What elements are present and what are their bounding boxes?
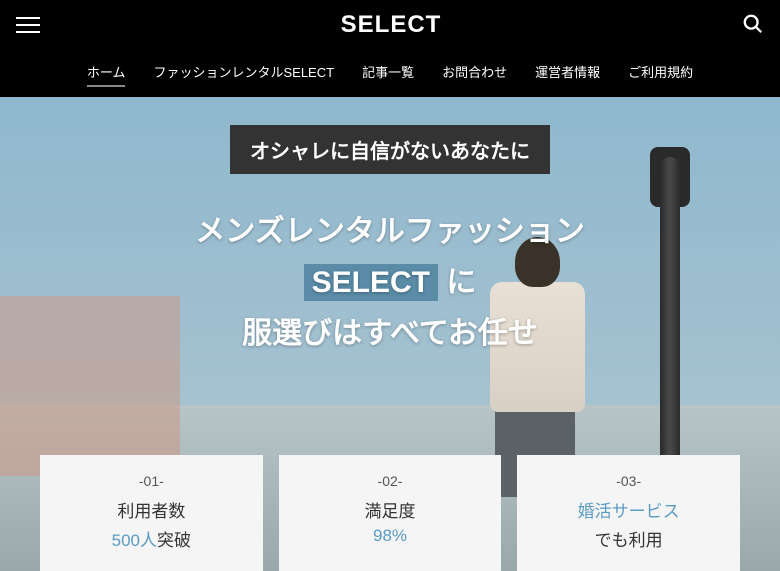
nav-fashion-rental[interactable]: ファッションレンタルSELECT [153, 62, 334, 83]
nav-terms[interactable]: ご利用規約 [628, 62, 693, 83]
card-value: 98% [291, 526, 490, 546]
headline-line3: 服選びはすべてお任せ [0, 308, 780, 359]
stat-card-users: -01- 利用者数 500人突破 [40, 455, 263, 571]
card-number: -02- [291, 473, 490, 489]
headline-line2: SELECT に [0, 257, 780, 308]
hero-content: オシャレに自信がないあなたに メンズレンタルファッション SELECT に 服選… [0, 97, 780, 359]
search-icon [742, 13, 764, 35]
hamburger-icon [16, 17, 40, 19]
headline-highlight: SELECT [304, 264, 438, 301]
hero-section: オシャレに自信がないあなたに メンズレンタルファッション SELECT に 服選… [0, 97, 780, 571]
card-number: -01- [52, 473, 251, 489]
nav-operator-info[interactable]: 運営者情報 [535, 62, 600, 83]
site-logo[interactable]: SELECT [341, 11, 442, 39]
top-bar: SELECT [0, 0, 780, 50]
stat-card-service: -03- 婚活サービス でも利用 [517, 455, 740, 571]
search-button[interactable] [742, 13, 764, 38]
main-nav: ホーム ファッションレンタルSELECT 記事一覧 お問合わせ 運営者情報 ご利… [0, 50, 780, 97]
card-label: 満足度 [291, 497, 490, 522]
headline-line1: メンズレンタルファッション [0, 206, 780, 257]
card-label: 婚活サービス [529, 497, 728, 522]
card-number: -03- [529, 473, 728, 489]
nav-articles[interactable]: 記事一覧 [362, 62, 414, 83]
header: SELECT ホーム ファッションレンタルSELECT 記事一覧 お問合わせ 運… [0, 0, 780, 97]
nav-contact[interactable]: お問合わせ [442, 62, 507, 83]
hero-tagline: オシャレに自信がないあなたに [230, 125, 550, 174]
hero-headline: メンズレンタルファッション SELECT に 服選びはすべてお任せ [0, 206, 780, 359]
card-value: 500人突破 [52, 526, 251, 551]
card-label: 利用者数 [52, 497, 251, 522]
stat-card-satisfaction: -02- 満足度 98% [279, 455, 502, 571]
stat-cards: -01- 利用者数 500人突破 -02- 満足度 98% -03- 婚活サービ… [40, 455, 740, 571]
nav-home[interactable]: ホーム [87, 62, 126, 87]
hamburger-menu-button[interactable] [16, 17, 40, 33]
card-value: でも利用 [529, 526, 728, 551]
